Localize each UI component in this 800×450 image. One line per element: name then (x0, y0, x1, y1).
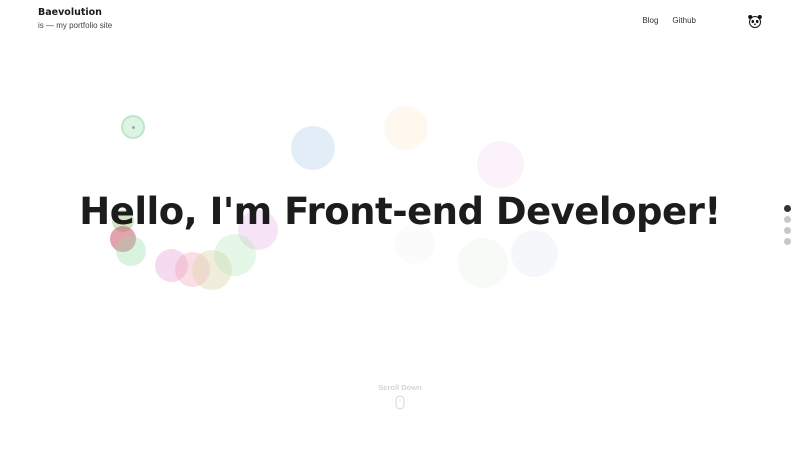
bubble (477, 141, 524, 188)
bubble (116, 236, 146, 266)
bubble (132, 126, 135, 129)
section-pagination (784, 205, 792, 249)
bubble (384, 106, 428, 150)
scroll-label: Scroll Down (378, 383, 422, 392)
section-dot-3[interactable] (784, 227, 791, 234)
section-dot-1[interactable] (784, 205, 791, 212)
bubble (214, 234, 256, 276)
bubble (511, 230, 558, 277)
mouse-icon (395, 395, 405, 410)
scroll-hint[interactable]: Scroll Down (350, 383, 450, 410)
section-dot-2[interactable] (784, 216, 791, 223)
bubble (458, 238, 508, 288)
section-dot-4[interactable] (784, 238, 791, 245)
bubble (291, 126, 335, 170)
hero-headline: Hello, I'm Front-end Developer! (79, 190, 721, 233)
